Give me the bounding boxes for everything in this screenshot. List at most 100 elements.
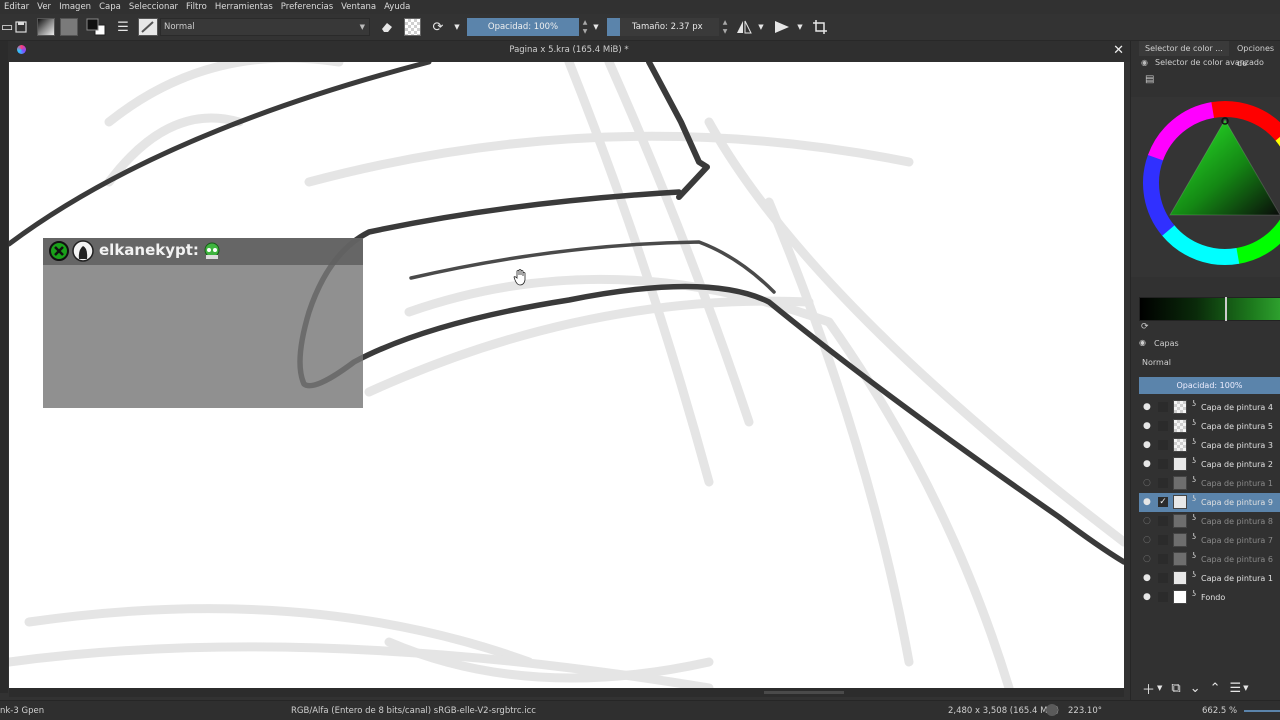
reload-preset-icon[interactable]: ⟳ [429,18,447,36]
layer-checkbox[interactable] [1158,592,1168,602]
layer-row[interactable]: ● ʖ Capa de pintura 5 [1139,417,1280,436]
inherit-alpha-icon[interactable]: ʖ [1192,399,1196,408]
eye-icon[interactable]: ● [1143,574,1152,583]
eraser-icon[interactable] [378,18,396,36]
layers-blend-mode[interactable]: Normal [1142,358,1171,367]
inherit-alpha-icon[interactable]: ʖ [1192,551,1196,560]
color-wheel[interactable] [1131,97,1280,277]
move-layer-down-icon[interactable]: ⌄ [1190,681,1201,696]
eye-closed-icon[interactable]: ○ [1143,479,1152,488]
eye-closed-icon[interactable]: ○ [1143,517,1152,526]
eye-icon[interactable]: ● [1143,422,1152,431]
close-icon[interactable]: ✕ [1113,43,1124,58]
rotation-dial-icon[interactable] [1046,704,1058,716]
layer-row[interactable]: ○ ʖ Capa de pintura 7 [1139,531,1280,550]
layer-checkbox[interactable] [1158,535,1168,545]
alpha-lock-icon[interactable] [404,18,421,36]
color-slider-handle[interactable] [1225,297,1227,321]
layer-row[interactable]: ● ʖ Capa de pintura 3 [1139,436,1280,455]
duplicate-layer-icon[interactable]: ⧉ [1171,681,1180,696]
mirror-horizontal-icon[interactable] [735,18,753,36]
menu-ayuda[interactable]: Ayuda [384,2,410,12]
opacity-slider[interactable]: Opacidad: 100% [467,18,579,36]
document-tab[interactable]: Pagina x 5.kra (165.4 MiB) * ✕ [8,41,1130,62]
menu-imagen[interactable]: Imagen [59,2,91,12]
layer-row[interactable]: ● ʖ Capa de pintura 1 [1139,569,1280,588]
menu-capa[interactable]: Capa [99,2,121,12]
pattern-icon[interactable] [60,18,78,36]
eye-closed-icon[interactable]: ○ [1143,555,1152,564]
menu-seleccionar[interactable]: Seleccionar [129,2,178,12]
layer-checkbox[interactable] [1158,478,1168,488]
chevron-down-icon[interactable]: ▼ [1157,684,1162,692]
chevron-down-icon[interactable]: ▼ [452,18,462,36]
scrollbar-thumb[interactable] [764,691,844,694]
layer-checkbox[interactable] [1158,402,1168,412]
color-history-strip[interactable] [1139,297,1280,321]
zoom-slider[interactable] [1244,710,1280,712]
tab-color-selector[interactable]: Selector de color ... [1139,41,1229,56]
layer-row[interactable]: ● ʖ Fondo [1139,588,1280,607]
layer-checkbox[interactable] [1158,440,1168,450]
layer-checkbox[interactable] [1158,554,1168,564]
wrap-around-icon[interactable] [811,18,829,36]
color-settings-icon[interactable]: ▤ [1145,74,1154,85]
eye-closed-icon[interactable]: ○ [1143,536,1152,545]
layer-checkbox[interactable] [1158,573,1168,583]
tab-tool-options[interactable]: Opciones de [1231,41,1280,68]
menu-ver[interactable]: Ver [37,2,51,12]
add-layer-icon[interactable]: ＋ [1142,679,1155,698]
inherit-alpha-icon[interactable]: ʖ [1192,418,1196,427]
move-layer-up-icon[interactable]: ⌃ [1210,681,1221,696]
layer-row[interactable]: ● ✓ ʖ Capa de pintura 9 [1139,493,1280,512]
menu-filtro[interactable]: Filtro [186,2,207,12]
layer-row[interactable]: ○ ʖ Capa de pintura 1 [1139,474,1280,493]
brush-preset-icon[interactable] [138,18,158,36]
inherit-alpha-icon[interactable]: ʖ [1192,494,1196,503]
layer-row[interactable]: ○ ʖ Capa de pintura 6 [1139,550,1280,569]
chevron-down-icon[interactable]: ▼ [1243,684,1248,692]
size-spinner[interactable]: ▲ ▼ [721,18,729,36]
save-icon[interactable] [12,18,30,36]
inherit-alpha-icon[interactable]: ʖ [1192,570,1196,579]
layer-checkbox[interactable] [1158,421,1168,431]
inherit-alpha-icon[interactable]: ʖ [1192,589,1196,598]
size-slider[interactable]: Tamaño: 2.37 px [607,18,719,36]
horizontal-scrollbar[interactable] [9,688,1124,697]
opacity-spinner[interactable]: ▲ ▼ [581,18,589,36]
layer-properties-icon[interactable]: ☰ [1230,681,1242,696]
chevron-down-icon[interactable]: ▼ [756,18,766,36]
inherit-alpha-icon[interactable]: ʖ [1192,475,1196,484]
inherit-alpha-icon[interactable]: ʖ [1192,437,1196,446]
chevron-down-icon[interactable]: ▼ [591,18,601,36]
menu-ventana[interactable]: Ventana [341,2,376,12]
blend-mode-select[interactable]: Normal ▼ [160,18,370,36]
layer-checkbox[interactable] [1158,516,1168,526]
gradient-icon[interactable] [37,18,55,36]
inherit-alpha-icon[interactable]: ʖ [1192,513,1196,522]
chevron-down-icon[interactable]: ▼ [795,18,805,36]
eye-icon[interactable]: ● [1143,460,1152,469]
fg-bg-color-icon[interactable] [86,18,106,36]
brush-settings-icon[interactable]: ☰ [114,18,132,36]
layers-float-icon[interactable]: ◉ [1139,338,1146,347]
layer-row[interactable]: ● ʖ Capa de pintura 4 [1139,398,1280,417]
dock-float-icon[interactable]: ◉ [1141,58,1148,67]
layer-name: Capa de pintura 3 [1201,441,1273,450]
layer-opacity-slider[interactable]: Opacidad: 100% [1139,377,1280,394]
refresh-icon[interactable]: ⟳ [1141,322,1149,332]
layer-checkbox[interactable] [1158,459,1168,469]
eye-icon[interactable]: ● [1143,498,1152,507]
menu-preferencias[interactable]: Preferencias [281,2,333,12]
menu-editar[interactable]: Editar [4,2,29,12]
eye-icon[interactable]: ● [1143,441,1152,450]
eye-icon[interactable]: ● [1143,403,1152,412]
layer-row[interactable]: ○ ʖ Capa de pintura 8 [1139,512,1280,531]
menu-herramientas[interactable]: Herramientas [215,2,273,12]
eye-icon[interactable]: ● [1143,593,1152,602]
layer-row[interactable]: ● ʖ Capa de pintura 2 [1139,455,1280,474]
inherit-alpha-icon[interactable]: ʖ [1192,456,1196,465]
inherit-alpha-icon[interactable]: ʖ [1192,532,1196,541]
layer-checkbox[interactable]: ✓ [1158,497,1168,507]
mirror-vertical-icon[interactable] [773,18,791,36]
